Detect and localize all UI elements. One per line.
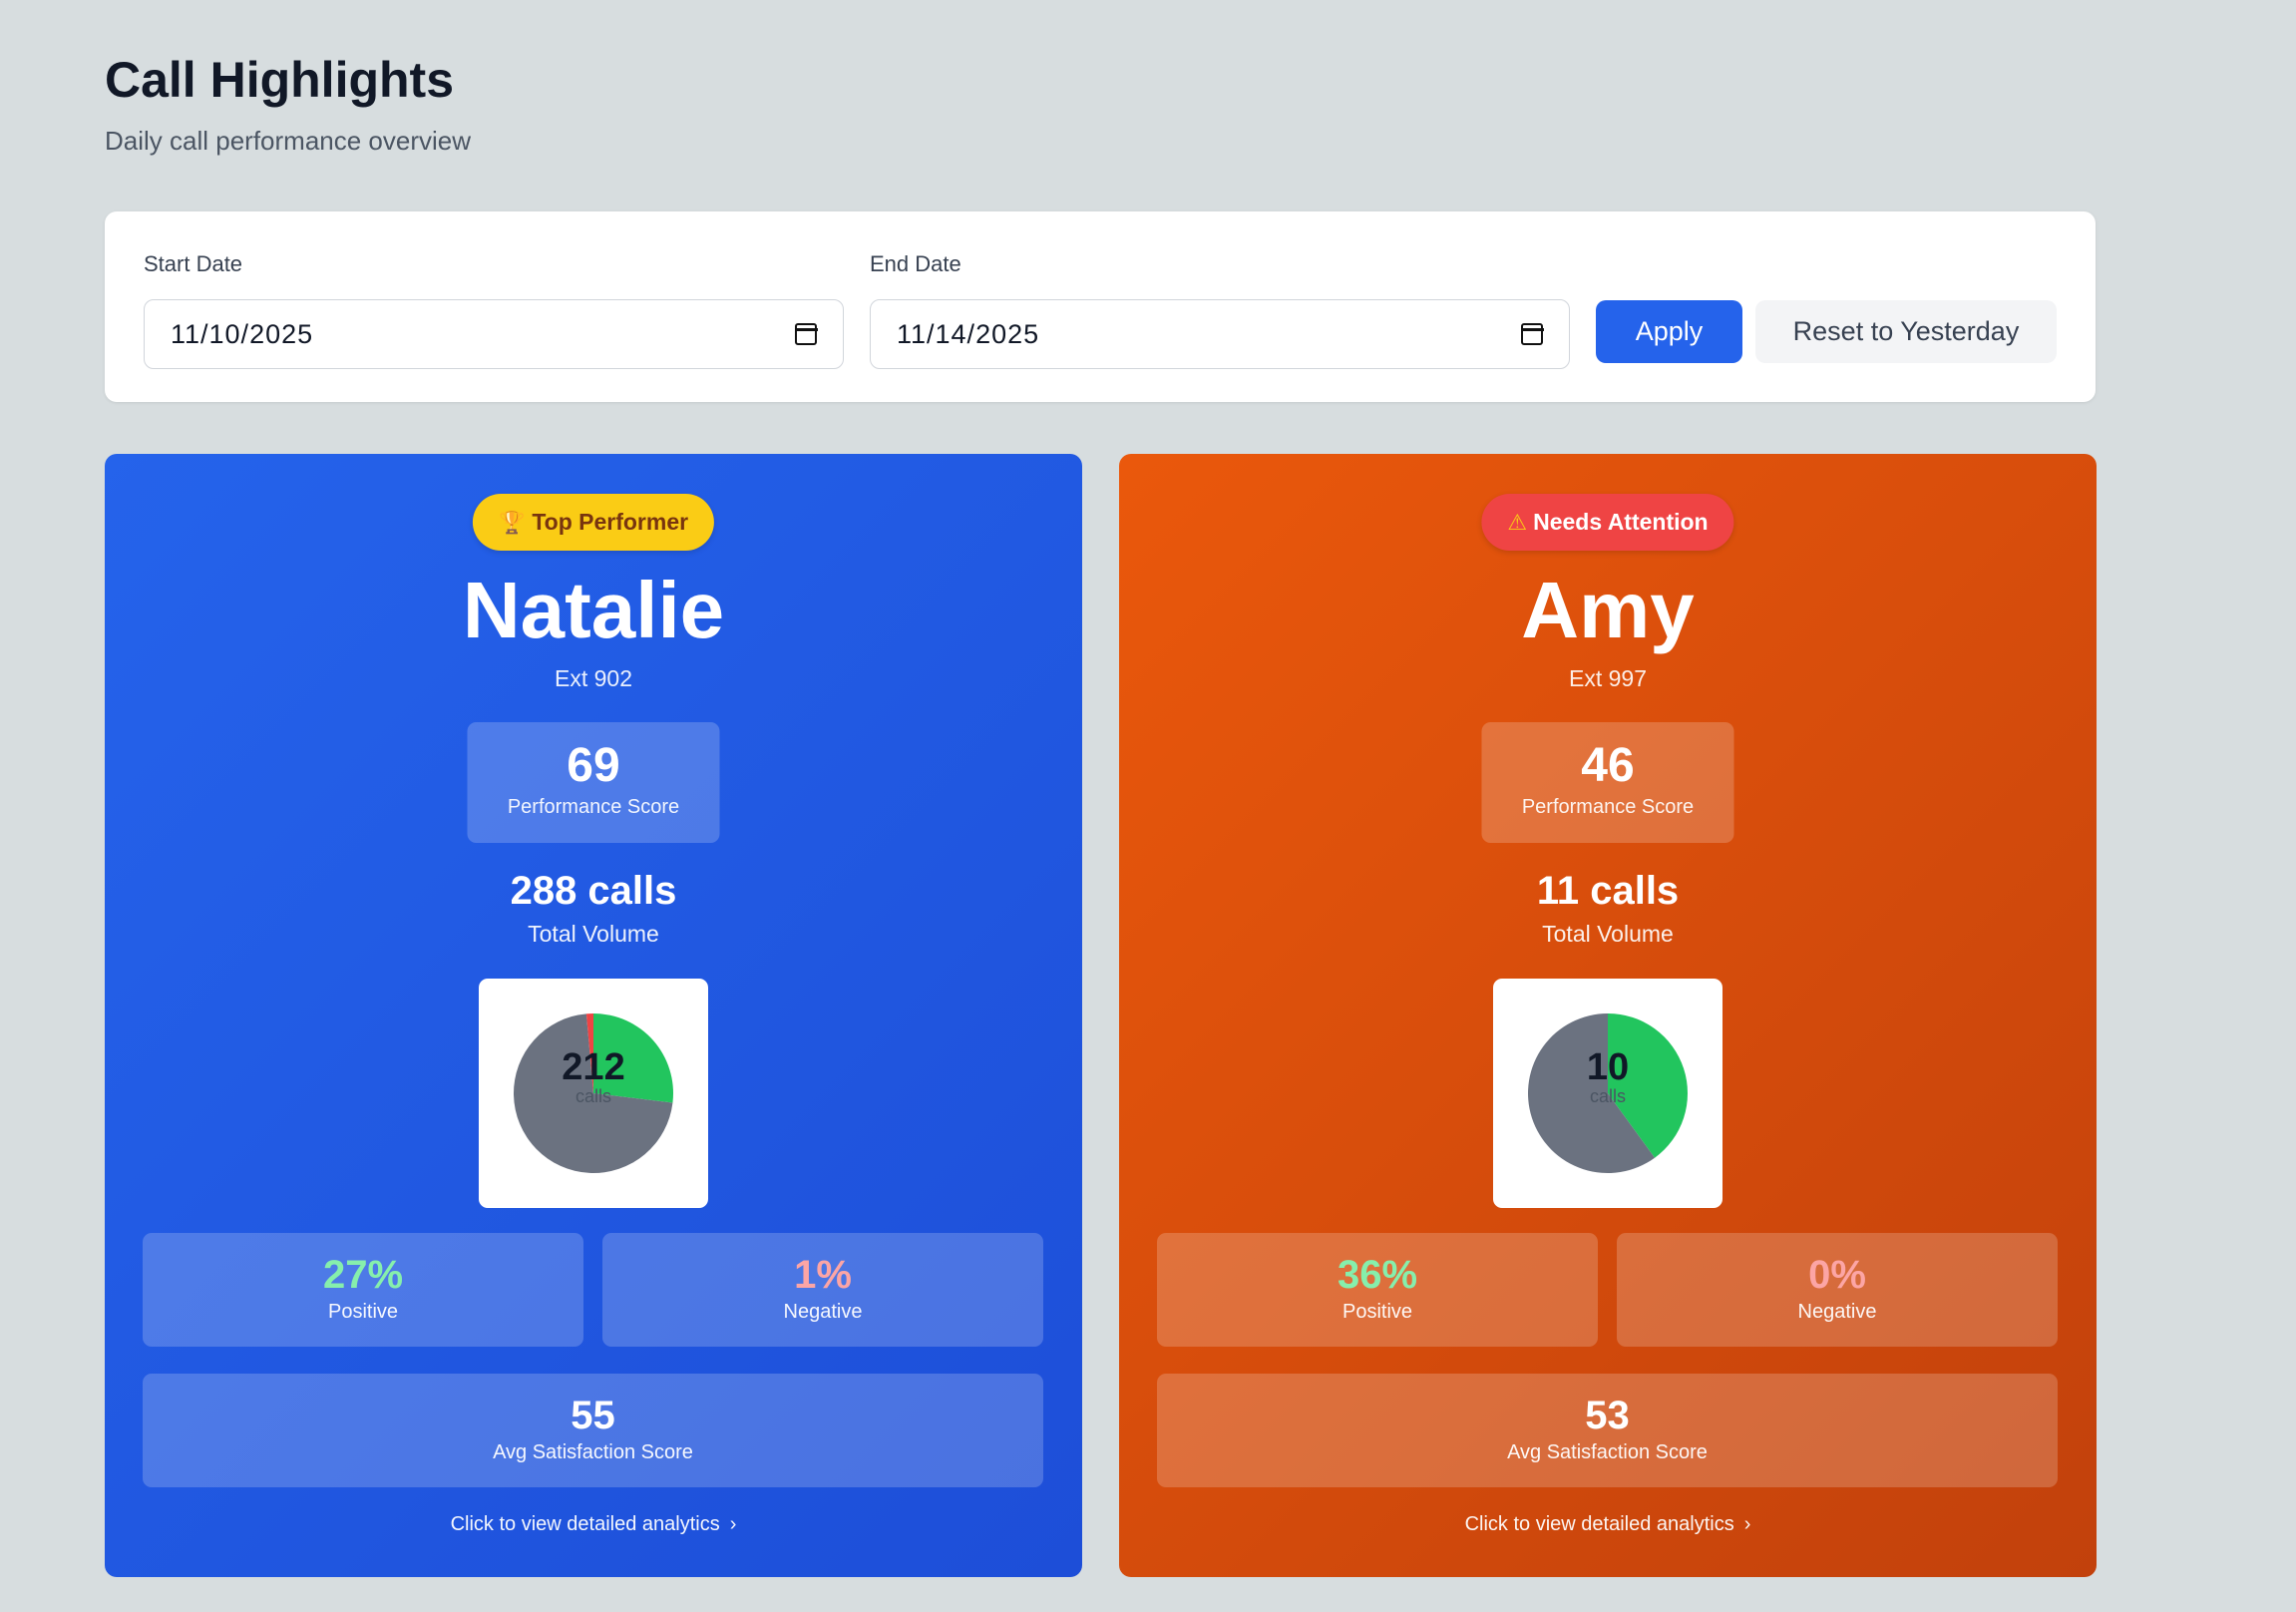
- chevron-right-icon: ›: [729, 1513, 737, 1535]
- satisfaction-value: 55: [571, 1394, 615, 1437]
- satisfaction-label: Avg Satisfaction Score: [1507, 1441, 1708, 1463]
- satisfaction-stat: 55 Avg Satisfaction Score: [143, 1374, 1043, 1487]
- performance-score-label: Performance Score: [507, 796, 680, 818]
- performance-score-box: 69 Performance Score: [467, 722, 720, 843]
- negative-value: 1%: [794, 1253, 852, 1297]
- performance-score-value: 69: [567, 739, 620, 792]
- positive-value: 36%: [1337, 1253, 1418, 1297]
- negative-value: 0%: [1808, 1253, 1866, 1297]
- chevron-right-icon: ›: [1743, 1513, 1751, 1535]
- performance-score-value: 46: [1581, 739, 1635, 792]
- negative-label: Negative: [783, 1301, 863, 1323]
- end-date-value: 11/14/2025: [897, 318, 1040, 349]
- negative-stat: 1% Negative: [602, 1233, 1043, 1347]
- agent-card-top-performer[interactable]: 🏆 Top Performer Natalie Ext 902 69 Perfo…: [105, 454, 1082, 1577]
- end-date-label: End Date: [870, 251, 961, 276]
- satisfaction-value: 53: [1585, 1394, 1630, 1437]
- pie-svg: [1528, 1013, 1688, 1173]
- satisfaction-label: Avg Satisfaction Score: [493, 1441, 693, 1463]
- start-date-field: Start Date 11/10/2025: [144, 251, 844, 369]
- calendar-icon[interactable]: [1520, 323, 1544, 345]
- agent-name: Amy: [1521, 566, 1695, 654]
- page-header: Call Highlights Daily call performance o…: [105, 50, 471, 157]
- agent-name: Natalie: [462, 566, 725, 654]
- total-volume-label: Total Volume: [528, 921, 659, 947]
- end-date-field: End Date 11/14/2025: [870, 251, 1570, 369]
- start-date-value: 11/10/2025: [171, 318, 314, 349]
- positive-stat: 27% Positive: [143, 1233, 583, 1347]
- start-date-label: Start Date: [144, 251, 243, 276]
- agent-extension: Ext 902: [555, 665, 632, 691]
- top-performer-badge: 🏆 Top Performer: [472, 494, 715, 551]
- view-analytics-link[interactable]: Click to view detailed analytics ›: [105, 1513, 1082, 1536]
- view-analytics-link[interactable]: Click to view detailed analytics ›: [1119, 1513, 2097, 1536]
- sentiment-pie-chart: 212 calls: [479, 979, 708, 1208]
- positive-label: Positive: [327, 1301, 399, 1323]
- reset-to-yesterday-button[interactable]: Reset to Yesterday: [1755, 300, 2057, 363]
- needs-attention-badge: ⚠ Needs Attention: [1481, 494, 1734, 551]
- agent-extension: Ext 997: [1569, 665, 1647, 691]
- calendar-icon[interactable]: [794, 323, 818, 345]
- warning-icon: ⚠: [1507, 509, 1528, 535]
- apply-button[interactable]: Apply: [1596, 300, 1742, 363]
- total-volume-label: Total Volume: [1542, 921, 1674, 947]
- positive-stat: 36% Positive: [1157, 1233, 1598, 1347]
- satisfaction-stat: 53 Avg Satisfaction Score: [1157, 1374, 2058, 1487]
- pie-svg: [514, 1013, 673, 1173]
- badge-label: Needs Attention: [1533, 509, 1709, 535]
- page-subtitle: Daily call performance overview: [105, 126, 472, 156]
- end-date-input[interactable]: 11/14/2025: [870, 299, 1570, 369]
- sentiment-pie-chart: 10 calls: [1493, 979, 1722, 1208]
- positive-value: 27%: [322, 1253, 404, 1297]
- performance-score-label: Performance Score: [1521, 796, 1695, 818]
- start-date-input[interactable]: 11/10/2025: [144, 299, 844, 369]
- trophy-icon: 🏆: [498, 509, 527, 535]
- agent-card-needs-attention[interactable]: ⚠ Needs Attention Amy Ext 997 46 Perform…: [1119, 454, 2097, 1577]
- page: Call Highlights Daily call performance o…: [0, 0, 2296, 1612]
- negative-stat: 0% Negative: [1617, 1233, 2058, 1347]
- view-analytics-label: Click to view detailed analytics: [1464, 1513, 1734, 1535]
- positive-label: Positive: [1341, 1301, 1413, 1323]
- total-calls: 11 calls: [1536, 869, 1680, 913]
- badge-label: Top Performer: [532, 509, 689, 535]
- performance-score-box: 46 Performance Score: [1481, 722, 1734, 843]
- negative-label: Negative: [1797, 1301, 1877, 1323]
- view-analytics-label: Click to view detailed analytics: [450, 1513, 720, 1535]
- pie-slice-positive: [593, 1013, 673, 1103]
- page-title: Call Highlights: [105, 52, 454, 108]
- total-calls: 288 calls: [510, 869, 677, 913]
